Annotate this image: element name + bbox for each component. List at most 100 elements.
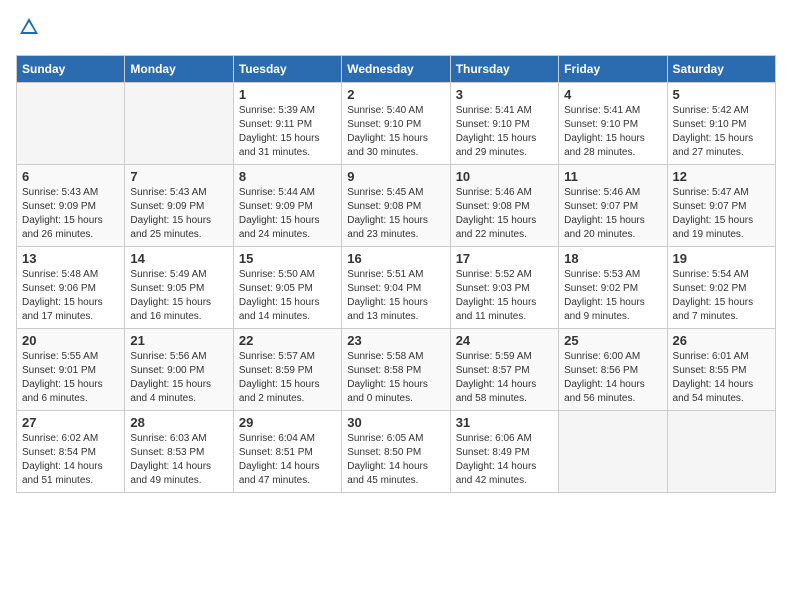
calendar-cell: 25 Sunrise: 6:00 AMSunset: 8:56 PMDayligh… — [559, 329, 667, 411]
day-info: Sunrise: 6:03 AMSunset: 8:53 PMDaylight:… — [130, 432, 227, 488]
day-number: 15 — [239, 251, 336, 266]
day-info: Sunrise: 5:41 AMSunset: 9:10 PMDaylight:… — [564, 104, 661, 160]
calendar-cell: 26 Sunrise: 6:01 AMSunset: 8:55 PMDayligh… — [667, 329, 775, 411]
day-info: Sunrise: 5:41 AMSunset: 9:10 PMDaylight:… — [456, 104, 553, 160]
day-info: Sunrise: 5:54 AMSunset: 9:02 PMDaylight:… — [673, 268, 770, 324]
day-number: 9 — [347, 169, 444, 184]
calendar-cell: 29 Sunrise: 6:04 AMSunset: 8:51 PMDayligh… — [233, 411, 341, 493]
calendar-cell: 2 Sunrise: 5:40 AMSunset: 9:10 PMDaylight… — [342, 83, 450, 165]
calendar-cell: 5Sunrise: 5:42 AMSunset: 9:10 PMDaylight… — [667, 83, 775, 165]
calendar-cell: 13 Sunrise: 5:48 AMSunset: 9:06 PMDayligh… — [17, 247, 125, 329]
day-number: 22 — [239, 333, 336, 348]
day-info: Sunrise: 5:50 AMSunset: 9:05 PMDaylight:… — [239, 268, 336, 324]
calendar-cell: 27 Sunrise: 6:02 AMSunset: 8:54 PMDayligh… — [17, 411, 125, 493]
day-number: 4 — [564, 87, 661, 102]
day-number: 28 — [130, 415, 227, 430]
calendar-cell — [667, 411, 775, 493]
day-number: 18 — [564, 251, 661, 266]
day-info: Sunrise: 5:48 AMSunset: 9:06 PMDaylight:… — [22, 268, 119, 324]
day-info: Sunrise: 5:53 AMSunset: 9:02 PMDaylight:… — [564, 268, 661, 324]
calendar-cell: 30 Sunrise: 6:05 AMSunset: 8:50 PMDayligh… — [342, 411, 450, 493]
day-number: 8 — [239, 169, 336, 184]
day-info: Sunrise: 5:39 AMSunset: 9:11 PMDaylight:… — [239, 104, 336, 160]
calendar-week-2: 6 Sunrise: 5:43 AMSunset: 9:09 PMDaylight… — [17, 165, 776, 247]
calendar-cell: 17 Sunrise: 5:52 AMSunset: 9:03 PMDayligh… — [450, 247, 558, 329]
day-info: Sunrise: 5:43 AMSunset: 9:09 PMDaylight:… — [130, 186, 227, 242]
day-info: Sunrise: 5:46 AMSunset: 9:07 PMDaylight:… — [564, 186, 661, 242]
calendar-cell: 8 Sunrise: 5:44 AMSunset: 9:09 PMDaylight… — [233, 165, 341, 247]
day-number: 6 — [22, 169, 119, 184]
calendar-cell: 7 Sunrise: 5:43 AMSunset: 9:09 PMDaylight… — [125, 165, 233, 247]
day-info: Sunrise: 6:02 AMSunset: 8:54 PMDaylight:… — [22, 432, 119, 488]
day-info: Sunrise: 6:04 AMSunset: 8:51 PMDaylight:… — [239, 432, 336, 488]
day-info: Sunrise: 5:47 AMSunset: 9:07 PMDaylight:… — [673, 186, 770, 242]
logo — [16, 16, 40, 43]
weekday-header-tuesday: Tuesday — [233, 56, 341, 83]
day-info: Sunrise: 6:05 AMSunset: 8:50 PMDaylight:… — [347, 432, 444, 488]
day-info: Sunrise: 5:44 AMSunset: 9:09 PMDaylight:… — [239, 186, 336, 242]
weekday-header-sunday: Sunday — [17, 56, 125, 83]
calendar-table: SundayMondayTuesdayWednesdayThursdayFrid… — [16, 55, 776, 493]
day-number: 3 — [456, 87, 553, 102]
day-number: 2 — [347, 87, 444, 102]
calendar-cell: 10Sunrise: 5:46 AMSunset: 9:08 PMDayligh… — [450, 165, 558, 247]
calendar-cell: 16 Sunrise: 5:51 AMSunset: 9:04 PMDayligh… — [342, 247, 450, 329]
calendar-cell: 1 Sunrise: 5:39 AMSunset: 9:11 PMDaylight… — [233, 83, 341, 165]
weekday-header-friday: Friday — [559, 56, 667, 83]
day-info: Sunrise: 6:01 AMSunset: 8:55 PMDaylight:… — [673, 350, 770, 406]
day-number: 30 — [347, 415, 444, 430]
calendar-cell — [559, 411, 667, 493]
day-number: 24 — [456, 333, 553, 348]
logo-icon — [18, 16, 40, 38]
day-number: 12 — [673, 169, 770, 184]
calendar-cell: 24Sunrise: 5:59 AMSunset: 8:57 PMDayligh… — [450, 329, 558, 411]
day-info: Sunrise: 5:42 AMSunset: 9:10 PMDaylight:… — [673, 104, 770, 160]
day-info: Sunrise: 5:58 AMSunset: 8:58 PMDaylight:… — [347, 350, 444, 406]
day-info: Sunrise: 5:49 AMSunset: 9:05 PMDaylight:… — [130, 268, 227, 324]
page-header — [16, 16, 776, 43]
calendar-cell: 22 Sunrise: 5:57 AMSunset: 8:59 PMDayligh… — [233, 329, 341, 411]
day-info: Sunrise: 5:57 AMSunset: 8:59 PMDaylight:… — [239, 350, 336, 406]
calendar-cell: 23 Sunrise: 5:58 AMSunset: 8:58 PMDayligh… — [342, 329, 450, 411]
calendar-cell: 4 Sunrise: 5:41 AMSunset: 9:10 PMDaylight… — [559, 83, 667, 165]
calendar-week-1: 1 Sunrise: 5:39 AMSunset: 9:11 PMDaylight… — [17, 83, 776, 165]
calendar-cell: 21 Sunrise: 5:56 AMSunset: 9:00 PMDayligh… — [125, 329, 233, 411]
weekday-header-monday: Monday — [125, 56, 233, 83]
day-number: 13 — [22, 251, 119, 266]
calendar-cell — [17, 83, 125, 165]
day-number: 17 — [456, 251, 553, 266]
calendar-cell — [125, 83, 233, 165]
day-info: Sunrise: 5:52 AMSunset: 9:03 PMDaylight:… — [456, 268, 553, 324]
day-number: 31 — [456, 415, 553, 430]
calendar-cell: 6 Sunrise: 5:43 AMSunset: 9:09 PMDaylight… — [17, 165, 125, 247]
calendar-cell: 20Sunrise: 5:55 AMSunset: 9:01 PMDayligh… — [17, 329, 125, 411]
day-info: Sunrise: 5:51 AMSunset: 9:04 PMDaylight:… — [347, 268, 444, 324]
calendar-cell: 9Sunrise: 5:45 AMSunset: 9:08 PMDaylight… — [342, 165, 450, 247]
calendar-cell: 3 Sunrise: 5:41 AMSunset: 9:10 PMDaylight… — [450, 83, 558, 165]
day-number: 1 — [239, 87, 336, 102]
calendar-cell: 11Sunrise: 5:46 AMSunset: 9:07 PMDayligh… — [559, 165, 667, 247]
day-info: Sunrise: 5:40 AMSunset: 9:10 PMDaylight:… — [347, 104, 444, 160]
day-number: 16 — [347, 251, 444, 266]
day-number: 29 — [239, 415, 336, 430]
day-number: 20 — [22, 333, 119, 348]
day-info: Sunrise: 6:00 AMSunset: 8:56 PMDaylight:… — [564, 350, 661, 406]
day-number: 7 — [130, 169, 227, 184]
calendar-cell: 12 Sunrise: 5:47 AMSunset: 9:07 PMDayligh… — [667, 165, 775, 247]
calendar-cell: 31Sunrise: 6:06 AMSunset: 8:49 PMDayligh… — [450, 411, 558, 493]
day-number: 27 — [22, 415, 119, 430]
calendar-cell: 28 Sunrise: 6:03 AMSunset: 8:53 PMDayligh… — [125, 411, 233, 493]
day-number: 14 — [130, 251, 227, 266]
calendar-cell: 18 Sunrise: 5:53 AMSunset: 9:02 PMDayligh… — [559, 247, 667, 329]
day-number: 21 — [130, 333, 227, 348]
day-number: 25 — [564, 333, 661, 348]
day-number: 19 — [673, 251, 770, 266]
calendar-cell: 14 Sunrise: 5:49 AMSunset: 9:05 PMDayligh… — [125, 247, 233, 329]
day-info: Sunrise: 5:43 AMSunset: 9:09 PMDaylight:… — [22, 186, 119, 242]
day-number: 26 — [673, 333, 770, 348]
calendar-week-4: 20Sunrise: 5:55 AMSunset: 9:01 PMDayligh… — [17, 329, 776, 411]
calendar-header-row: SundayMondayTuesdayWednesdayThursdayFrid… — [17, 56, 776, 83]
day-info: Sunrise: 5:56 AMSunset: 9:00 PMDaylight:… — [130, 350, 227, 406]
day-number: 23 — [347, 333, 444, 348]
calendar-cell: 19 Sunrise: 5:54 AMSunset: 9:02 PMDayligh… — [667, 247, 775, 329]
